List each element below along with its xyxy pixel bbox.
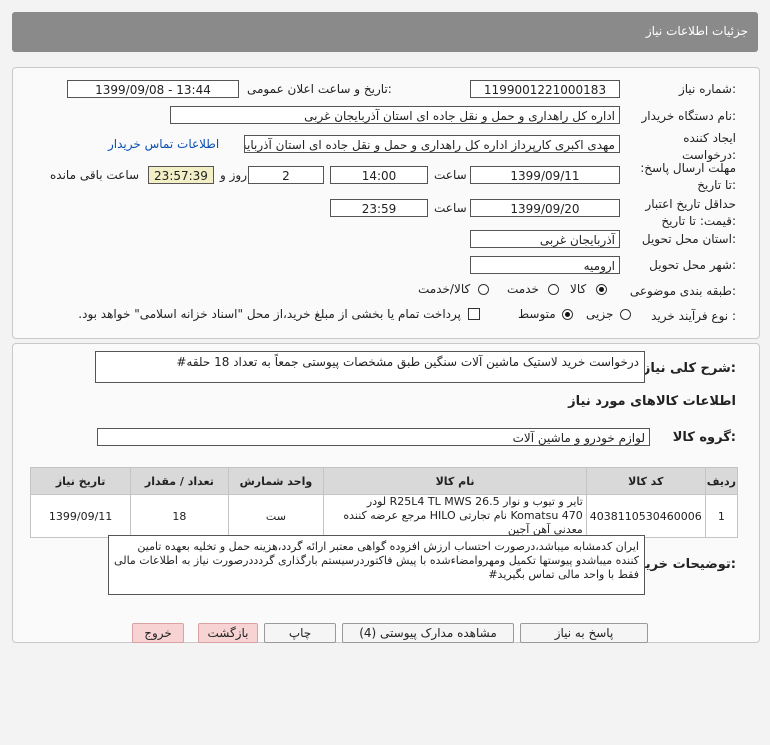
col-code: کد کالا bbox=[585, 467, 706, 495]
col-qty: تعداد / مقدار bbox=[130, 467, 229, 495]
goods-group-label: گروه کالا: bbox=[672, 430, 736, 445]
time-remaining-field: 23:57:39 bbox=[148, 166, 214, 184]
buyer-org-field: اداره کل راهداری و حمل و نقل جاده ای است… bbox=[170, 106, 620, 124]
city-field: ارومیه bbox=[470, 256, 620, 274]
validity-label: حداقل تاریخ اعتبار قیمت: تا تاریخ: bbox=[645, 197, 736, 228]
category-label: طبقه بندی موضوعی: bbox=[629, 284, 736, 298]
deadline-date-field: 1399/09/11 bbox=[470, 166, 620, 184]
buyer-contact-link[interactable]: اطلاعات تماس خریدار bbox=[108, 137, 219, 151]
province-label: استان محل تحویل: bbox=[641, 232, 736, 246]
validity-date-field: 1399/09/20 bbox=[470, 199, 620, 217]
page-title: جزئیات اطلاعات نیاز bbox=[645, 24, 748, 38]
exit-button[interactable]: خروج bbox=[132, 623, 184, 643]
process-radio-medium[interactable] bbox=[562, 309, 573, 320]
goods-section-title: اطلاعات کالاهای مورد نیاز bbox=[568, 394, 736, 409]
category-radio-service[interactable] bbox=[548, 284, 559, 295]
row-qty: 18 bbox=[130, 494, 229, 538]
city-label: شهر محل تحویل: bbox=[649, 258, 736, 272]
deadline-time-field: 14:00 bbox=[330, 166, 428, 184]
table-row: 1 4038110530460006 تایر و تیوب و نوار R2… bbox=[29, 494, 739, 538]
category-option-goods: کالا bbox=[570, 282, 587, 296]
process-radio-minor[interactable] bbox=[620, 309, 631, 320]
announce-field: 1399/09/08 - 13:44 bbox=[67, 80, 239, 98]
summary-text: درخواست خرید لاستیک ماشین آلات سنگین طبق… bbox=[176, 355, 639, 369]
process-label: نوع فرآیند خرید : bbox=[651, 309, 736, 323]
reply-button[interactable]: پاسخ به نیاز bbox=[520, 623, 648, 643]
announce-label: تاریخ و ساعت اعلان عمومی: bbox=[247, 82, 392, 96]
goods-group-field: لوازم خودرو و ماشین آلات bbox=[97, 428, 650, 446]
category-radio-goods[interactable] bbox=[596, 284, 607, 295]
process-option-minor: جزیی bbox=[586, 307, 614, 321]
treasury-payment-checkbox[interactable] bbox=[468, 308, 480, 320]
back-button[interactable]: بازگشت bbox=[198, 623, 258, 643]
goods-table-header: ردیف کد کالا نام کالا واحد شمارش تعداد /… bbox=[29, 467, 739, 495]
treasury-payment-note: پرداخت تمام یا بخشی از مبلغ خرید،از محل … bbox=[78, 307, 461, 321]
validity-time-label: ساعت bbox=[434, 201, 467, 215]
creator-label: ایجاد کننده درخواست: bbox=[682, 131, 736, 162]
need-number-label: شماره نیاز: bbox=[678, 82, 736, 96]
attachments-button[interactable]: مشاهده مدارک پیوستی (4) bbox=[342, 623, 514, 643]
days-remaining-field: 2 bbox=[248, 166, 324, 184]
creator-field: مهدی اکبری کارپرداز اداره کل راهداری و ح… bbox=[244, 135, 620, 153]
row-unit: ست bbox=[227, 494, 325, 538]
buyer-org-label: نام دستگاه خریدار: bbox=[641, 109, 737, 123]
buyer-notes-text: ایران کدمشابه میباشد،درصورت احتساب ارزش … bbox=[114, 540, 639, 581]
row-index: 1 bbox=[704, 494, 739, 538]
category-option-service: خدمت bbox=[507, 282, 539, 296]
time-remaining-label: ساعت باقی مانده bbox=[50, 168, 140, 182]
print-button[interactable]: چاپ bbox=[264, 623, 336, 643]
summary-label: شرح کلی نیاز: bbox=[642, 361, 736, 376]
buyer-notes-box: ایران کدمشابه میباشد،درصورت احتساب ارزش … bbox=[108, 535, 645, 595]
row-date: 1399/09/11 bbox=[29, 494, 132, 538]
deadline-label: مهلت ارسال پاسخ: تا تاریخ: bbox=[640, 161, 736, 192]
category-option-goods-service: کالا/خدمت bbox=[418, 282, 471, 296]
col-unit: واحد شمارش bbox=[227, 467, 325, 495]
days-label: روز و bbox=[220, 168, 247, 182]
row-name: تایر و تیوب و نوار R25L4 TL MWS 26.5 لود… bbox=[323, 494, 587, 538]
need-number-field: 1199001221000183 bbox=[470, 80, 620, 98]
col-name: نام کالا bbox=[323, 467, 587, 495]
goods-table: ردیف کد کالا نام کالا واحد شمارش تعداد /… bbox=[29, 467, 739, 538]
summary-box: درخواست خرید لاستیک ماشین آلات سنگین طبق… bbox=[95, 351, 645, 383]
row-code: 4038110530460006 bbox=[585, 494, 706, 538]
title-bar: جزئیات اطلاعات نیاز bbox=[12, 12, 758, 52]
validity-time-field: 23:59 bbox=[330, 199, 428, 217]
deadline-time-label: ساعت bbox=[434, 168, 467, 182]
col-date: تاریخ نیاز bbox=[29, 467, 132, 495]
process-option-medium: متوسط bbox=[518, 307, 556, 321]
category-radio-goods-service[interactable] bbox=[478, 284, 489, 295]
province-field: آذربایجان غربی bbox=[470, 230, 620, 248]
col-index: ردیف bbox=[704, 467, 739, 495]
